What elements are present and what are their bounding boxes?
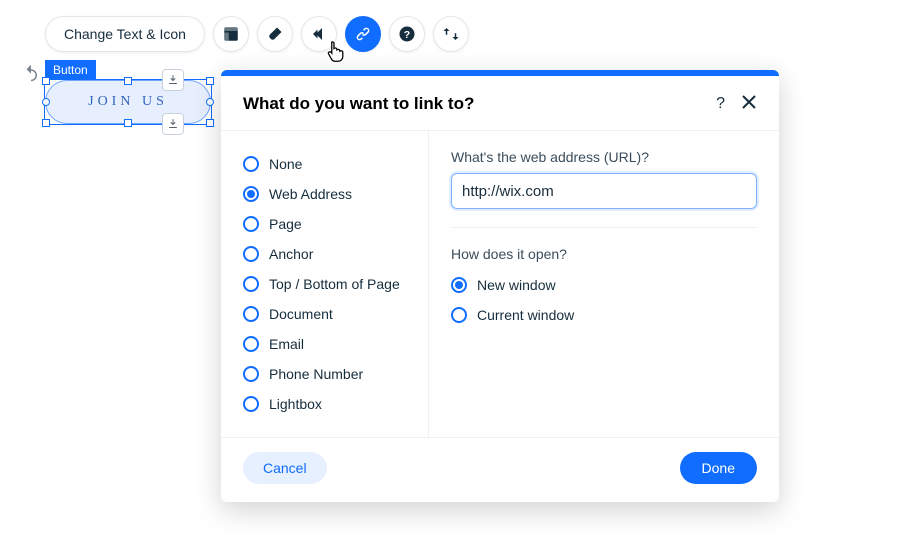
attach-bottom-button[interactable]: [162, 113, 184, 135]
download-icon: [167, 74, 179, 86]
element-toolbar: Change Text & Icon ?: [45, 16, 469, 52]
radio-current-window[interactable]: Current window: [451, 300, 757, 330]
radio-icon: [243, 396, 259, 412]
link-icon: [354, 25, 372, 43]
change-text-and-icon-label: Change Text & Icon: [64, 26, 186, 42]
dialog-help-button[interactable]: ?: [716, 96, 725, 112]
radio-label: New window: [477, 277, 556, 293]
resize-handle-tl[interactable]: [42, 77, 50, 85]
resize-handle-r[interactable]: [206, 98, 214, 106]
svg-text:?: ?: [404, 29, 410, 41]
divider: [451, 227, 757, 228]
paintbrush-icon: [266, 25, 284, 43]
link-type-list: None Web Address Page Anchor Top / Botto…: [221, 131, 429, 437]
radio-email[interactable]: Email: [243, 329, 418, 359]
radio-icon: [243, 276, 259, 292]
link-settings-panel: What's the web address (URL)? How does i…: [429, 131, 779, 437]
dialog-footer: Cancel Done: [221, 437, 779, 502]
more-button[interactable]: [433, 16, 469, 52]
radio-phone[interactable]: Phone Number: [243, 359, 418, 389]
radio-new-window[interactable]: New window: [451, 270, 757, 300]
radio-icon: [243, 366, 259, 382]
radio-label: Email: [269, 336, 304, 352]
radio-icon: [243, 246, 259, 262]
link-dialog: What do you want to link to? ? None Web …: [221, 70, 779, 502]
resize-handle-br[interactable]: [206, 119, 214, 127]
radio-icon: [243, 336, 259, 352]
radio-icon: [243, 186, 259, 202]
dialog-close-button[interactable]: [741, 94, 757, 114]
resize-handle-bl[interactable]: [42, 119, 50, 127]
design-button[interactable]: [257, 16, 293, 52]
open-mode-label: How does it open?: [451, 246, 757, 262]
radio-icon: [243, 216, 259, 232]
radio-label: Phone Number: [269, 366, 363, 382]
help-button[interactable]: ?: [389, 16, 425, 52]
url-input[interactable]: [451, 173, 757, 209]
radio-label: Web Address: [269, 186, 352, 202]
animation-button[interactable]: [301, 16, 337, 52]
radio-label: Lightbox: [269, 396, 322, 412]
undo-icon: [22, 64, 40, 82]
radio-icon: [451, 307, 467, 323]
radio-label: Current window: [477, 307, 574, 323]
swap-icon: [442, 25, 460, 43]
radio-label: Top / Bottom of Page: [269, 276, 400, 292]
animation-icon: [310, 25, 328, 43]
radio-page[interactable]: Page: [243, 209, 418, 239]
dialog-title: What do you want to link to?: [243, 94, 474, 114]
radio-web-address[interactable]: Web Address: [243, 179, 418, 209]
radio-none[interactable]: None: [243, 149, 418, 179]
element-type-badge: Button: [45, 60, 96, 80]
selected-element: Button JOIN US: [45, 60, 211, 124]
radio-lightbox[interactable]: Lightbox: [243, 389, 418, 419]
radio-label: Page: [269, 216, 302, 232]
close-icon: [741, 94, 757, 110]
url-field-label: What's the web address (URL)?: [451, 149, 757, 165]
resize-handle-l[interactable]: [42, 98, 50, 106]
layout-button[interactable]: [213, 16, 249, 52]
undo-button[interactable]: [22, 64, 42, 84]
resize-handle-b[interactable]: [124, 119, 132, 127]
join-us-button[interactable]: JOIN US: [45, 80, 211, 124]
link-button[interactable]: [345, 16, 381, 52]
radio-icon: [243, 306, 259, 322]
radio-label: Document: [269, 306, 333, 322]
dialog-header: What do you want to link to? ?: [221, 76, 779, 131]
change-text-and-icon-button[interactable]: Change Text & Icon: [45, 16, 205, 52]
layout-icon: [222, 25, 240, 43]
download-icon: [167, 118, 179, 130]
radio-icon: [451, 277, 467, 293]
radio-label: Anchor: [269, 246, 313, 262]
attach-top-button[interactable]: [162, 69, 184, 91]
resize-handle-t[interactable]: [124, 77, 132, 85]
cancel-button[interactable]: Cancel: [243, 452, 327, 484]
radio-label: None: [269, 156, 302, 172]
done-button[interactable]: Done: [680, 452, 757, 484]
help-circle-icon: ?: [398, 25, 416, 43]
radio-anchor[interactable]: Anchor: [243, 239, 418, 269]
radio-icon: [243, 156, 259, 172]
radio-document[interactable]: Document: [243, 299, 418, 329]
radio-top-bottom[interactable]: Top / Bottom of Page: [243, 269, 418, 299]
resize-handle-tr[interactable]: [206, 77, 214, 85]
